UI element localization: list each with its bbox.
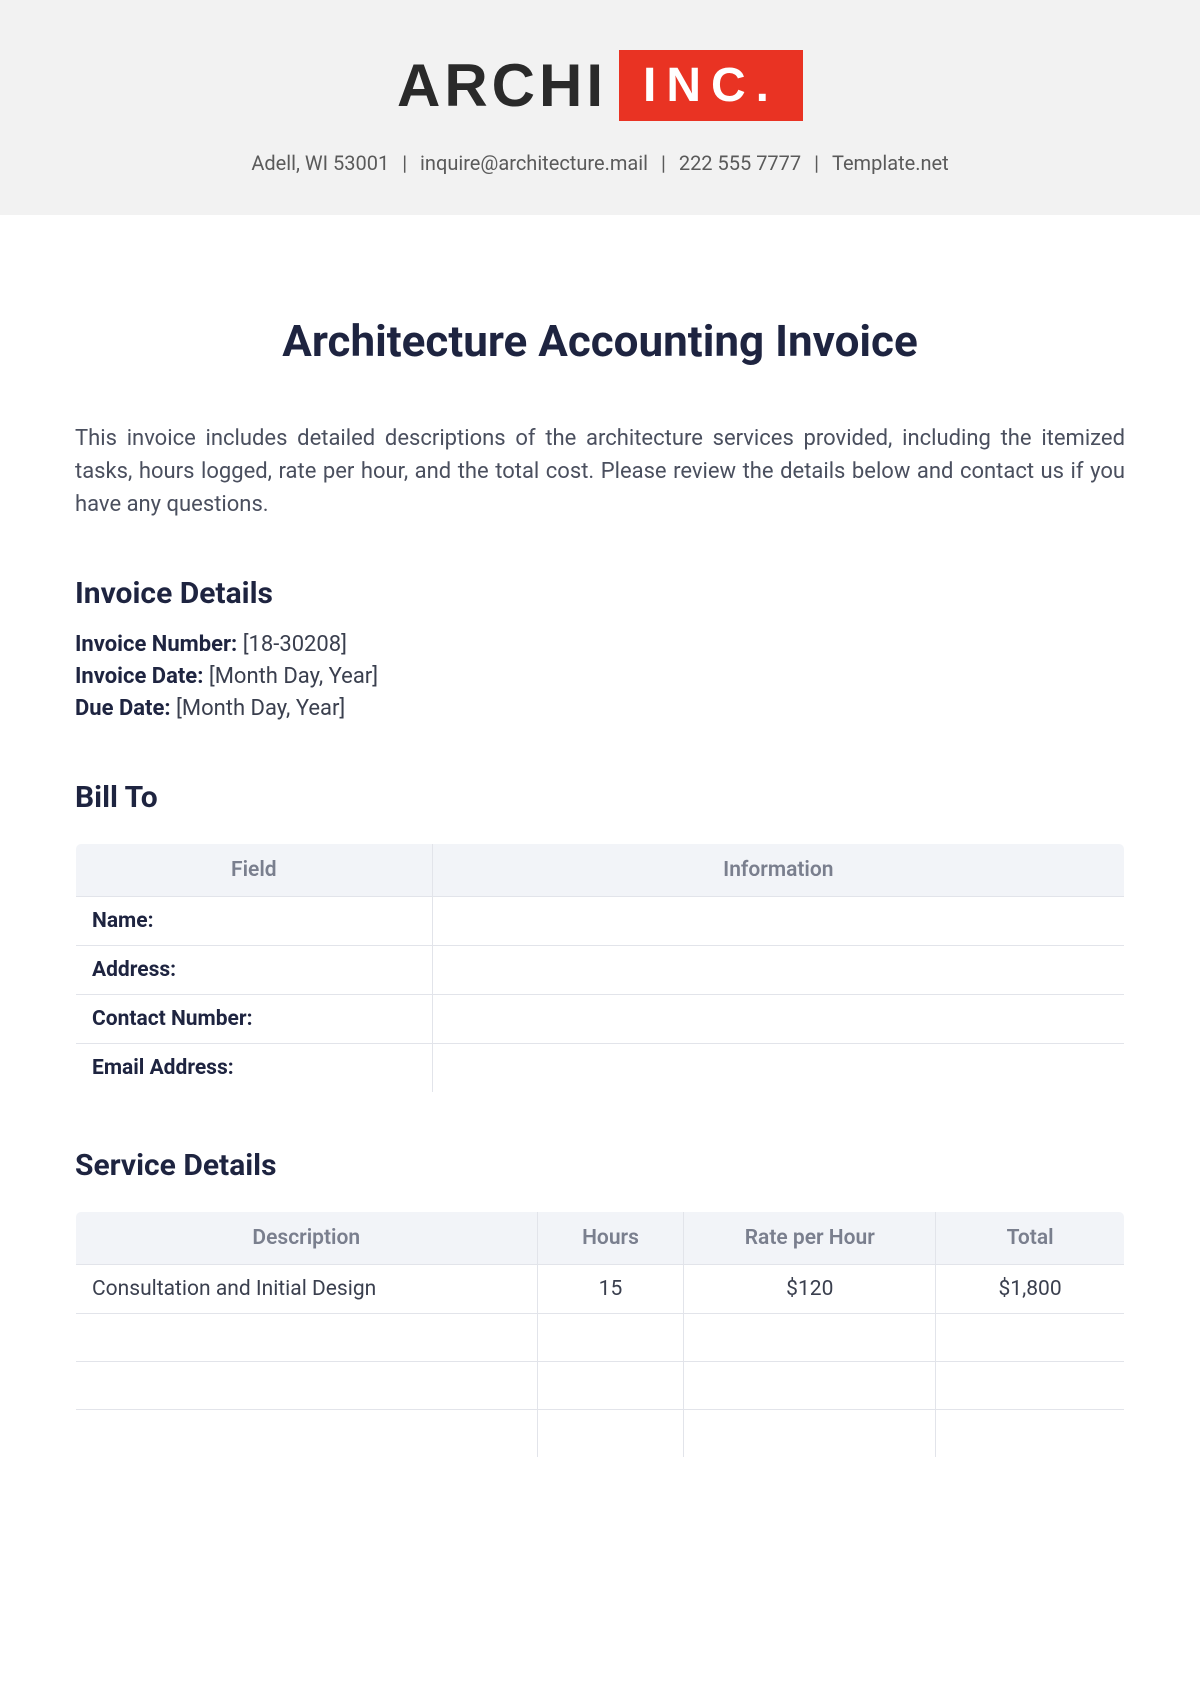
cell-rate[interactable]	[684, 1409, 936, 1457]
company-email: inquire@architecture.mail	[420, 151, 648, 175]
invoice-number-label: Invoice Number:	[75, 632, 237, 657]
col-total: Total	[936, 1211, 1125, 1264]
table-row: Name:	[76, 896, 1125, 945]
table-row: Email Address:	[76, 1043, 1125, 1092]
company-phone: 222 555 7777	[679, 151, 801, 175]
bill-to-heading: Bill To	[75, 780, 1125, 815]
table-row	[76, 1313, 1125, 1361]
invoice-number-line: Invoice Number: [18-30208]	[75, 629, 1125, 661]
due-date-value: [Month Day, Year]	[176, 696, 345, 721]
logo-text-left: ARCHI	[397, 51, 607, 120]
service-details-heading: Service Details	[75, 1148, 1125, 1183]
invoice-details-section: Invoice Details Invoice Number: [18-3020…	[75, 576, 1125, 725]
intro-paragraph: This invoice includes detailed descripti…	[75, 422, 1125, 521]
cell-total[interactable]	[936, 1409, 1125, 1457]
service-details-section: Service Details Description Hours Rate p…	[75, 1148, 1125, 1458]
field-label: Contact Number:	[76, 994, 433, 1043]
field-label: Email Address:	[76, 1043, 433, 1092]
company-logo: ARCHI INC.	[397, 50, 803, 121]
cell-hours[interactable]	[537, 1409, 684, 1457]
page-content: Architecture Accounting Invoice This inv…	[0, 215, 1200, 1498]
cell-total[interactable]	[936, 1313, 1125, 1361]
col-description: Description	[76, 1211, 538, 1264]
col-hours: Hours	[537, 1211, 684, 1264]
cell-total[interactable]	[936, 1361, 1125, 1409]
header-contact-line: Adell, WI 53001 | inquire@architecture.m…	[0, 151, 1200, 175]
cell-hours[interactable]	[537, 1313, 684, 1361]
table-row: Address:	[76, 945, 1125, 994]
invoice-number-value: [18-30208]	[243, 632, 347, 657]
cell-description: Consultation and Initial Design	[76, 1264, 538, 1313]
cell-description[interactable]	[76, 1313, 538, 1361]
page-title: Architecture Accounting Invoice	[75, 315, 1125, 367]
bill-to-table: Field Information Name: Address: Contact…	[75, 843, 1125, 1093]
field-value[interactable]	[432, 896, 1124, 945]
col-info: Information	[432, 843, 1124, 896]
table-header-row: Field Information	[76, 843, 1125, 896]
col-rate: Rate per Hour	[684, 1211, 936, 1264]
cell-description[interactable]	[76, 1361, 538, 1409]
cell-hours[interactable]	[537, 1361, 684, 1409]
company-address: Adell, WI 53001	[251, 151, 389, 175]
field-value[interactable]	[432, 1043, 1124, 1092]
bill-to-section: Bill To Field Information Name: Address:	[75, 780, 1125, 1093]
separator: |	[814, 151, 819, 175]
table-row: Consultation and Initial Design 15 $120 …	[76, 1264, 1125, 1313]
separator: |	[661, 151, 666, 175]
field-value[interactable]	[432, 945, 1124, 994]
header: ARCHI INC. Adell, WI 53001 | inquire@arc…	[0, 0, 1200, 215]
company-site: Template.net	[832, 151, 949, 175]
table-row	[76, 1361, 1125, 1409]
col-field: Field	[76, 843, 433, 896]
service-table: Description Hours Rate per Hour Total Co…	[75, 1211, 1125, 1458]
cell-description[interactable]	[76, 1409, 538, 1457]
logo-text-right: INC.	[619, 50, 803, 121]
cell-rate: $120	[684, 1264, 936, 1313]
field-label: Name:	[76, 896, 433, 945]
field-label: Address:	[76, 945, 433, 994]
table-row: Contact Number:	[76, 994, 1125, 1043]
invoice-date-label: Invoice Date:	[75, 664, 203, 689]
cell-total: $1,800	[936, 1264, 1125, 1313]
table-header-row: Description Hours Rate per Hour Total	[76, 1211, 1125, 1264]
invoice-date-line: Invoice Date: [Month Day, Year]	[75, 661, 1125, 693]
invoice-details-heading: Invoice Details	[75, 576, 1125, 611]
cell-rate[interactable]	[684, 1361, 936, 1409]
separator: |	[402, 151, 407, 175]
table-row	[76, 1409, 1125, 1457]
due-date-label: Due Date:	[75, 696, 171, 721]
field-value[interactable]	[432, 994, 1124, 1043]
cell-rate[interactable]	[684, 1313, 936, 1361]
due-date-line: Due Date: [Month Day, Year]	[75, 693, 1125, 725]
cell-hours: 15	[537, 1264, 684, 1313]
invoice-date-value: [Month Day, Year]	[209, 664, 378, 689]
